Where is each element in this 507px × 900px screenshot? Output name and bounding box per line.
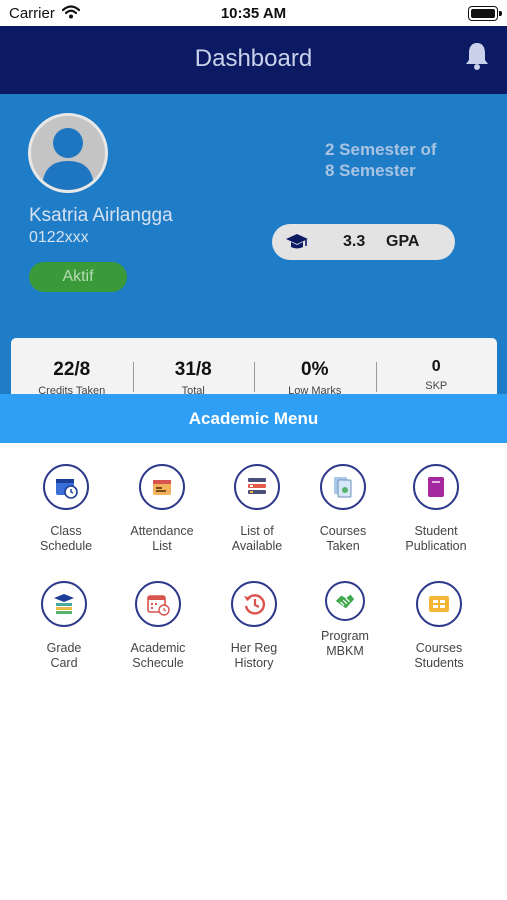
menu-courses-students[interactable]: Courses Students (391, 581, 487, 671)
menu-grade-card[interactable]: Grade Card (16, 581, 112, 671)
attendance-icon (139, 464, 185, 510)
top-navigation-bar: Dashboard (0, 26, 507, 94)
status-time: 10:35 AM (220, 5, 287, 22)
grade-card-icon (41, 581, 87, 627)
menu-label: Courses Taken (319, 524, 367, 553)
documents-icon (320, 464, 366, 510)
avatar[interactable] (28, 113, 108, 193)
list-icon (234, 464, 280, 510)
menu-her-reg-history[interactable]: Her Reg History (206, 581, 302, 671)
stat-value: 22/8 (53, 359, 91, 380)
stat-value: 0 (431, 358, 441, 375)
menu-label: Grade Card (46, 641, 82, 670)
book-icon (413, 464, 459, 510)
status-badge: Aktif (29, 262, 127, 292)
stat-value: 31/8 (174, 359, 212, 380)
menu-list-of-available[interactable]: List of Available (209, 464, 305, 554)
page-title: Dashboard (194, 45, 313, 72)
stat-label: Credits Taken (38, 385, 106, 394)
menu-label: Program MBKM (321, 629, 369, 658)
stat-low-marks: 0% Low Marks (254, 338, 376, 394)
stat-label: Total (181, 385, 205, 394)
menu-label: Class Schedule (39, 524, 93, 553)
menu-label: Her Reg History (230, 641, 278, 670)
menu-student-publication[interactable]: Student Publication (388, 464, 484, 554)
menu-label: List of Available (231, 524, 283, 553)
semester-info: 2 Semester of 8 Semester (325, 139, 495, 181)
academic-calendar-icon (135, 581, 181, 627)
history-icon (231, 581, 277, 627)
menu-label: Student Publication (405, 524, 467, 553)
grid-icon (416, 581, 462, 627)
student-name: Ksatria Airlangga (29, 205, 173, 226)
menu-label: Courses Students (414, 641, 464, 670)
handshake-icon (325, 581, 365, 621)
gpa-value: 3.3 (343, 233, 366, 250)
academic-menu-header: Academic Menu (0, 394, 507, 443)
semester-current: 2 Semester of (325, 140, 437, 159)
menu-courses-taken[interactable]: Courses Taken (295, 464, 391, 554)
stat-label: SKP (425, 380, 448, 392)
graduation-cap-icon (285, 233, 309, 251)
battery-icon (468, 6, 502, 21)
stat-value: 0% (301, 359, 329, 380)
semester-total: 8 Semester (325, 161, 416, 180)
stat-skp: 0 SKP (375, 338, 498, 394)
menu-class-schedule[interactable]: Class Schedule (18, 464, 114, 554)
menu-label: Academic Schecule (130, 641, 186, 670)
stat-label: Low Marks (288, 385, 342, 394)
status-bar: Carrier 10:35 AM (0, 0, 507, 26)
bell-icon[interactable] (464, 41, 490, 71)
menu-program-mbkm[interactable]: Program MBKM (297, 581, 393, 659)
stat-total: 31/8 Total (132, 338, 255, 394)
student-id: 0122xxx (29, 229, 89, 246)
stats-card: 22/8 Credits Taken 31/8 Total 0% Low Mar… (11, 338, 497, 394)
menu-attendance-list[interactable]: Attendance List (114, 464, 210, 554)
stat-credits: 22/8 Credits Taken (11, 338, 133, 394)
calendar-clock-icon (43, 464, 89, 510)
gpa-label: GPA (386, 233, 420, 250)
menu-academic-schedule[interactable]: Academic Schecule (110, 581, 206, 671)
menu-label: Attendance List (130, 524, 194, 553)
gpa-badge: 3.3 GPA (272, 224, 455, 260)
